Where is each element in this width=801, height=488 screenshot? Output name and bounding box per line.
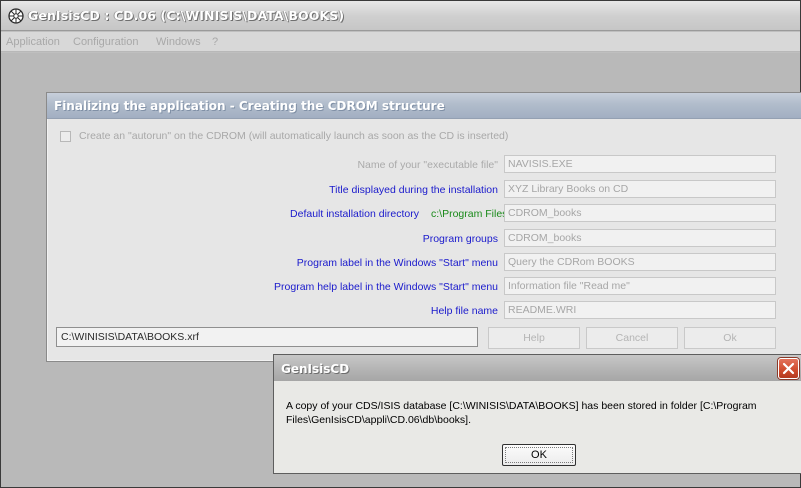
help-button[interactable]: Help (488, 327, 580, 349)
start-menu-label: Program label in the Windows "Start" men… (296, 257, 498, 269)
menu-configuration[interactable]: Configuration (73, 36, 138, 48)
database-path: C:\WINISIS\DATA\BOOKS.xrf (56, 327, 478, 347)
close-button[interactable] (778, 358, 799, 379)
app-cd-icon (8, 8, 24, 24)
executable-name-label: Name of your "executable file" (357, 159, 498, 171)
dialog-title: Finalizing the application - Creating th… (54, 99, 445, 113)
start-menu-input[interactable]: Query the CDRom BOOKS (504, 253, 776, 271)
message-title-bar[interactable]: GenIsisCD (274, 355, 801, 381)
message-ok-button[interactable]: OK (502, 444, 576, 466)
install-title-label: Title displayed during the installation (329, 184, 498, 196)
close-icon (782, 362, 795, 375)
autorun-checkbox[interactable] (60, 131, 71, 142)
title-bar[interactable]: GenIsisCD : CD.06 (C:\WINISIS\DATA\BOOKS… (1, 1, 800, 31)
dialog-title-bar[interactable]: Finalizing the application - Creating th… (47, 93, 801, 119)
cancel-button[interactable]: Cancel (586, 327, 678, 349)
help-file-label: Help file name (430, 305, 498, 317)
menu-windows[interactable]: Windows (156, 36, 201, 48)
cd-structure-dialog: Finalizing the application - Creating th… (46, 92, 801, 362)
menu-help[interactable]: ? (212, 36, 218, 48)
executable-name-input[interactable]: NAVISIS.EXE (504, 155, 776, 173)
ok-button[interactable]: Ok (684, 327, 776, 349)
help-start-menu-input[interactable]: Information file "Read me" (504, 277, 776, 295)
menu-application[interactable]: Application (6, 36, 60, 48)
help-start-menu-label: Program help label in the Windows "Start… (274, 281, 498, 293)
message-title: GenIsisCD (281, 362, 350, 376)
help-file-input[interactable]: README.WRI (504, 301, 776, 319)
install-dir-label: Default installation directory (290, 208, 419, 220)
autorun-label: Create an "autorun" on the CDROM (will a… (79, 130, 509, 142)
message-box: GenIsisCD A copy of your CDS/ISIS databa… (273, 354, 801, 474)
program-groups-input[interactable]: CDROM_books (504, 229, 776, 247)
install-title-input[interactable]: XYZ Library Books on CD (504, 180, 776, 198)
install-dir-prefix: c:\Program Files\ (431, 208, 511, 220)
focus-rect (505, 447, 573, 463)
install-dir-input[interactable]: CDROM_books (504, 204, 776, 222)
window-title: GenIsisCD : CD.06 (C:\WINISIS\DATA\BOOKS… (28, 8, 345, 23)
message-text: A copy of your CDS/ISIS database [C:\WIN… (286, 400, 757, 426)
program-groups-label: Program groups (422, 233, 498, 245)
menu-bar: Application Configuration Windows ? (1, 32, 800, 52)
